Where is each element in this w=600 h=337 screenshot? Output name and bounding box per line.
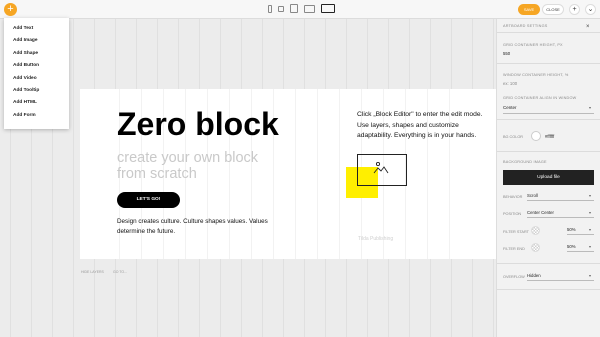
bg-color-value[interactable]: #ffffff xyxy=(545,134,554,139)
align-label: GRID CONTAINER ALIGN IN WINDOW xyxy=(503,96,577,100)
divider xyxy=(497,289,600,290)
block-description[interactable]: Design creates culture. Culture shapes v… xyxy=(117,217,277,237)
behavior-label: BEHAVIOR xyxy=(503,195,523,199)
block-subtitle[interactable]: create your own block from scratch xyxy=(117,150,287,182)
container-height-input[interactable]: 550 xyxy=(503,51,510,56)
chevron-down-icon: ▾ xyxy=(588,105,591,110)
align-select[interactable]: Center ▾ xyxy=(503,102,594,114)
chevron-down-icon: ▾ xyxy=(588,193,591,198)
block-instructions[interactable]: Click „Block Editor" to enter the edit m… xyxy=(357,110,487,142)
more-options-icon[interactable]: ⌄ xyxy=(585,4,596,15)
menu-item-add-text[interactable]: Add Text xyxy=(4,26,69,38)
plus-icon[interactable]: + xyxy=(569,4,580,15)
close-button[interactable]: CLOSE xyxy=(542,4,564,15)
phone-portrait-icon[interactable] xyxy=(268,4,272,13)
go-to-link[interactable]: GO TO... xyxy=(113,270,127,274)
menu-item-add-video[interactable]: Add Video xyxy=(4,76,69,88)
filter-start-select[interactable]: 50% ▾ xyxy=(567,225,594,235)
lets-go-button[interactable]: LET'S GO! xyxy=(117,192,180,208)
upload-file-button[interactable]: Upload file xyxy=(503,170,594,185)
divider xyxy=(497,63,600,64)
position-select[interactable]: Center Center ▾ xyxy=(527,208,594,218)
menu-item-add-button[interactable]: Add Button xyxy=(4,63,69,75)
device-switcher xyxy=(268,4,335,13)
behavior-select[interactable]: Scroll ▾ xyxy=(527,191,594,201)
filter-end-swatch[interactable] xyxy=(531,243,540,252)
hide-layers-link[interactable]: HIDE LAYERS xyxy=(81,270,104,274)
bg-image-label: BACKGROUND IMAGE xyxy=(503,160,547,164)
filter-end-select[interactable]: 50% ▾ xyxy=(567,242,594,252)
window-height-input[interactable]: ex: 100 xyxy=(503,81,517,86)
phone-landscape-icon[interactable] xyxy=(278,5,284,12)
settings-panel: ARTBOARD SETTINGS × GRID CONTAINER HEIGH… xyxy=(496,19,600,337)
add-element-menu: Add Text Add Image Add Shape Add Button … xyxy=(4,18,69,129)
panel-title: ARTBOARD SETTINGS xyxy=(503,24,548,28)
divider xyxy=(497,119,600,120)
block-title[interactable]: Zero block xyxy=(117,106,279,143)
filter-start-label: FILTER START xyxy=(503,230,529,234)
zero-block-artboard[interactable]: Zero block create your own block from sc… xyxy=(80,89,496,259)
color-swatch[interactable] xyxy=(531,131,541,141)
overflow-select[interactable]: Hidden ▾ xyxy=(527,271,594,281)
chevron-down-icon: ▾ xyxy=(588,227,591,232)
menu-item-add-tooltip[interactable]: Add Tooltip xyxy=(4,88,69,100)
overflow-label: OVERFLOW xyxy=(503,275,525,279)
filter-end-label: FILTER END xyxy=(503,247,525,251)
tablet-landscape-icon[interactable] xyxy=(304,4,315,13)
panel-header: ARTBOARD SETTINGS × xyxy=(497,19,600,33)
window-height-label: WINDOW CONTAINER HEIGHT, % xyxy=(503,73,569,77)
menu-item-add-form[interactable]: Add Form xyxy=(4,113,69,125)
add-element-button[interactable]: + xyxy=(4,3,17,16)
save-button[interactable]: SAVE xyxy=(518,4,540,15)
image-icon xyxy=(373,161,389,174)
image-placeholder[interactable] xyxy=(357,154,407,186)
position-label: POSITION xyxy=(503,212,522,216)
tablet-portrait-icon[interactable] xyxy=(290,4,298,13)
chevron-down-icon: ▾ xyxy=(588,244,591,249)
divider xyxy=(497,151,600,152)
chevron-down-icon: ▾ xyxy=(588,210,591,215)
top-toolbar: + SAVE CLOSE + ⌄ xyxy=(0,0,600,19)
desktop-icon[interactable] xyxy=(321,4,335,13)
bg-color-label: BG COLOR xyxy=(503,135,524,139)
container-height-label: GRID CONTAINER HEIGHT, PX xyxy=(503,43,563,47)
menu-item-add-image[interactable]: Add Image xyxy=(4,38,69,50)
close-icon[interactable]: × xyxy=(586,24,592,30)
filter-start-swatch[interactable] xyxy=(531,226,540,235)
menu-item-add-html[interactable]: Add HTML xyxy=(4,100,69,112)
chevron-down-icon: ▾ xyxy=(588,273,591,278)
menu-item-add-shape[interactable]: Add Shape xyxy=(4,51,69,63)
watermark-text: Tilda Publishing xyxy=(358,236,394,242)
divider xyxy=(497,263,600,264)
